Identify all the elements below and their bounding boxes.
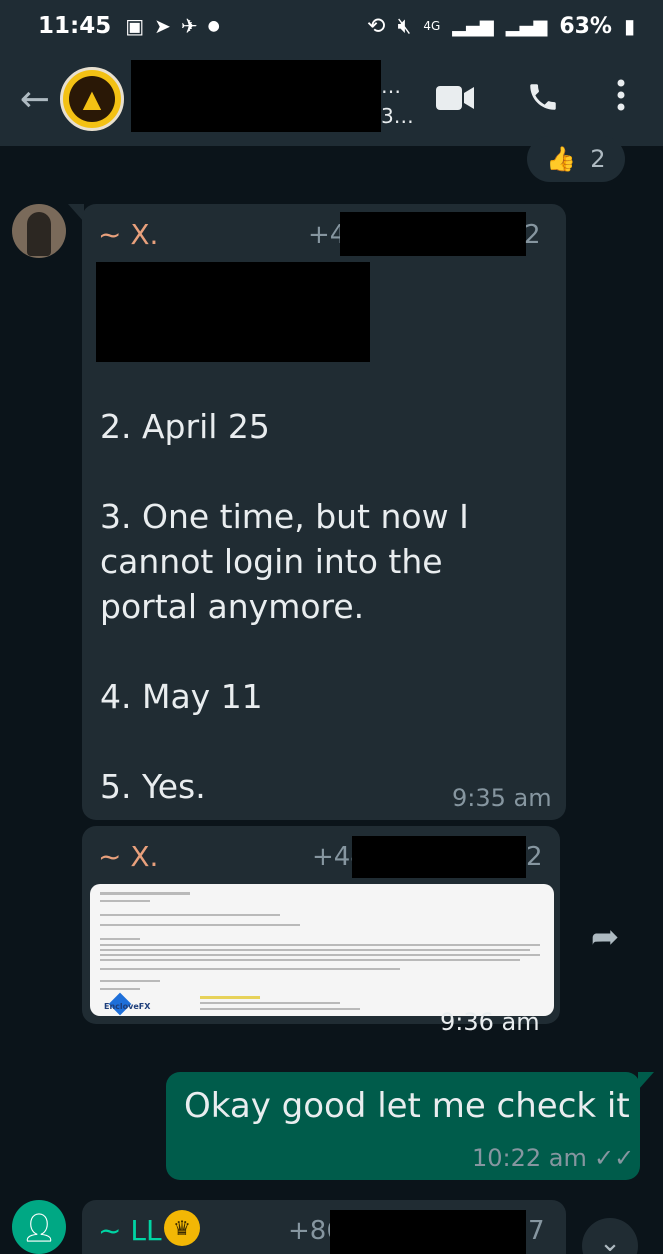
user-icon: 👤︎ xyxy=(21,1210,57,1244)
message-text: 2. April 25 3. One time, but now I canno… xyxy=(100,407,469,806)
back-arrow-icon[interactable]: ← xyxy=(10,79,60,120)
message-time: 9:36 am xyxy=(440,1008,540,1036)
redacted-phone xyxy=(330,1210,526,1254)
reaction-count: 2 xyxy=(590,145,606,173)
forward-button[interactable]: ➦ xyxy=(578,910,632,964)
telegram-icon: ➤ xyxy=(154,14,171,38)
network-type: 4G xyxy=(423,19,441,33)
status-bar: 11:45 ▣ ➤ ✈ ● ⟲ 🔇︎ 4G ▂▄▆ ▂▄▆ 63% ▮ xyxy=(0,0,663,52)
sender-name[interactable]: ~ X. xyxy=(98,218,158,251)
gallery-icon: ▣ xyxy=(125,14,145,38)
person-silhouette-icon xyxy=(27,212,51,256)
signal-icon-2: ▂▄▆ xyxy=(505,15,548,37)
message-time: 9:35 am xyxy=(452,784,552,812)
sender-name[interactable]: ~ X. xyxy=(98,840,158,873)
video-call-button[interactable] xyxy=(436,84,474,116)
message-bubble[interactable]: ~ LL ♛ +86 7 xyxy=(82,1200,566,1254)
email-screenshot-image[interactable]: EncloveFX xyxy=(90,884,554,1016)
brand-name: EncloveFX xyxy=(104,1002,151,1011)
sender-avatar[interactable] xyxy=(12,204,66,258)
message-bubble[interactable]: ~ X. +4 2 2. April 25 3. One time, but n… xyxy=(82,204,566,820)
eagle-logo-icon: ▲ xyxy=(69,76,115,122)
read-receipt-icon: ✓✓ xyxy=(594,1144,635,1172)
bubble-tail xyxy=(638,1072,654,1090)
redacted-phone xyxy=(352,836,526,878)
mute-icon: 🔇︎ xyxy=(397,13,412,39)
outgoing-message-text: Okay good let me check it xyxy=(184,1086,630,1126)
more-options-button[interactable] xyxy=(612,78,630,116)
message-reaction[interactable]: 👍 2 xyxy=(527,136,625,182)
header-title-ellipsis: … xyxy=(381,74,401,98)
sync-icon: ⟲ xyxy=(367,13,386,39)
forward-arrow-icon: ➦ xyxy=(590,917,620,957)
voice-call-button[interactable] xyxy=(526,80,560,118)
crown-admin-icon: ♛ xyxy=(164,1210,200,1246)
outgoing-message-time: 10:22 am xyxy=(472,1144,587,1172)
image-message-bubble[interactable]: ~ X. +44 2 EncloveFX 9:36 am xyxy=(82,826,560,1036)
notification-dot-icon: ● xyxy=(207,18,220,34)
status-time: 11:45 xyxy=(38,13,112,39)
outgoing-message-bubble[interactable]: Okay good let me check it 10:22 am ✓✓ xyxy=(166,1072,640,1180)
group-avatar[interactable]: ▲ xyxy=(60,67,124,131)
signal-icon: ▂▄▆ xyxy=(452,15,494,37)
redacted-text xyxy=(96,262,370,362)
battery-icon: ▮ xyxy=(623,14,635,38)
app-notification-icon: ✈ xyxy=(180,14,198,38)
kebab-menu-icon xyxy=(617,79,625,111)
header-subtitle: 3… xyxy=(381,104,414,128)
double-chevron-down-icon: ⌄ xyxy=(599,1228,621,1254)
sender-phone-suffix: 7 xyxy=(528,1216,545,1246)
redacted-group-name xyxy=(131,60,381,132)
video-camera-icon xyxy=(436,86,474,110)
chat-header: ← ▲ … 3… xyxy=(0,52,663,146)
sender-phone-suffix: 2 xyxy=(526,842,543,872)
phone-icon xyxy=(530,84,556,110)
thumbs-up-icon: 👍 xyxy=(546,145,577,173)
sender-avatar-ll[interactable]: 👤︎ xyxy=(12,1200,66,1254)
sender-phone-suffix: 2 xyxy=(524,220,541,250)
battery-level: 63% xyxy=(559,13,612,39)
sender-name[interactable]: ~ LL xyxy=(98,1214,162,1247)
redacted-phone xyxy=(340,212,526,256)
